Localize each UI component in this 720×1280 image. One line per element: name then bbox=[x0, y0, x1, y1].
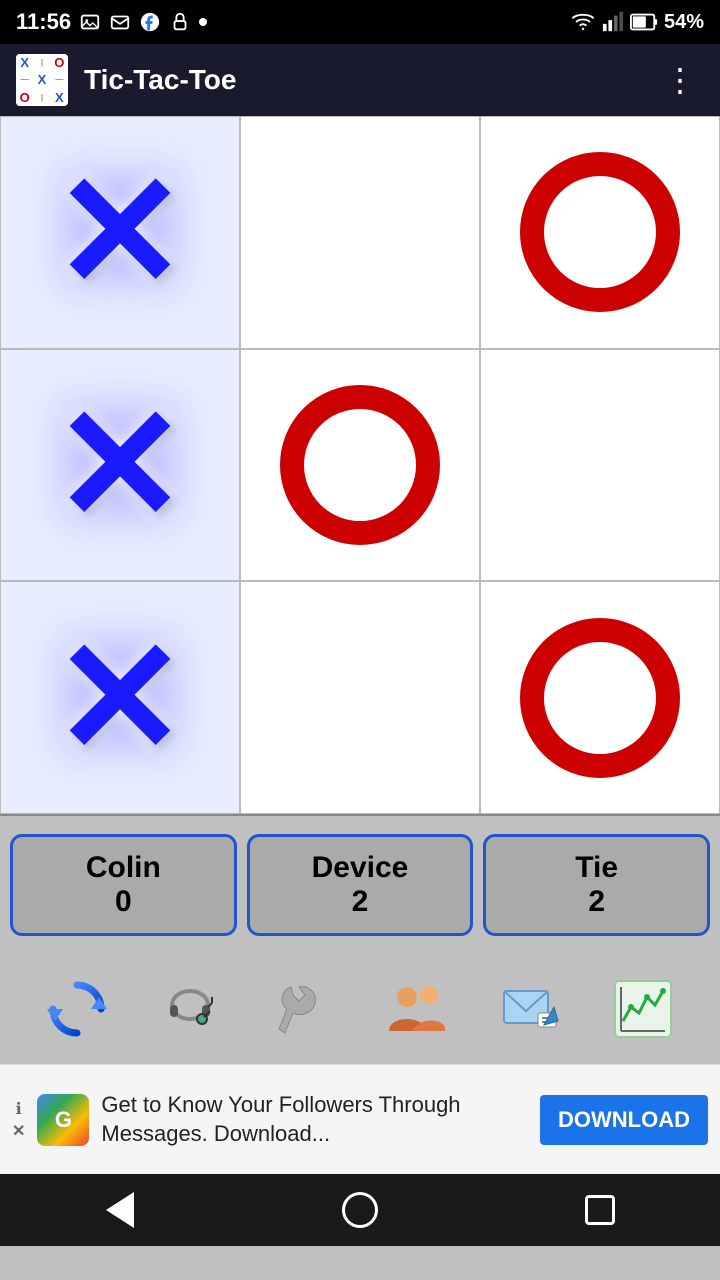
cell-7[interactable] bbox=[240, 581, 480, 814]
settings-button[interactable] bbox=[263, 969, 343, 1049]
cell-8[interactable] bbox=[480, 581, 720, 814]
cell-6[interactable]: ✕ bbox=[0, 581, 240, 814]
battery-percent: 54% bbox=[664, 11, 704, 34]
ad-download-button[interactable]: DOWNLOAD bbox=[540, 1095, 708, 1145]
back-button[interactable] bbox=[90, 1180, 150, 1240]
status-icons: 54% bbox=[570, 11, 704, 34]
time-display: 11:56 bbox=[16, 9, 71, 35]
score-name-device: Device bbox=[312, 851, 409, 885]
recents-icon bbox=[585, 1195, 615, 1225]
status-time: 11:56 bbox=[16, 9, 207, 35]
o-mark-2 bbox=[520, 152, 680, 312]
cell-2[interactable] bbox=[480, 116, 720, 349]
score-card-device: Device 2 bbox=[247, 834, 474, 936]
nav-bar bbox=[0, 1174, 720, 1246]
cell-3[interactable]: ✕ bbox=[0, 349, 240, 582]
game-board: ✕ ✕ ✕ bbox=[0, 116, 720, 816]
score-value-tie: 2 bbox=[588, 885, 605, 919]
battery-icon bbox=[630, 11, 658, 33]
score-card-colin: Colin 0 bbox=[10, 834, 237, 936]
x-mark-0: ✕ bbox=[53, 152, 187, 312]
mail-button[interactable] bbox=[490, 969, 570, 1049]
facebook-icon bbox=[139, 11, 161, 33]
score-value-device: 2 bbox=[352, 885, 369, 919]
score-name-tie: Tie bbox=[575, 851, 618, 885]
ad-close-icon[interactable]: ✕ bbox=[12, 1121, 25, 1141]
o-mark-4 bbox=[280, 385, 440, 545]
toolbar bbox=[0, 954, 720, 1064]
photo-icon bbox=[79, 11, 101, 33]
app-bar: X | O — X — O | X Tic-Tac-Toe ⋮ bbox=[0, 44, 720, 116]
ad-text: Get to Know Your Followers Through Messa… bbox=[101, 1091, 528, 1148]
app-icon: X | O — X — O | X bbox=[16, 54, 68, 106]
mail-icon bbox=[498, 977, 562, 1041]
app-title: Tic-Tac-Toe bbox=[84, 64, 656, 96]
o-mark-8 bbox=[520, 618, 680, 778]
ad-banner: ℹ ✕ G Get to Know Your Followers Through… bbox=[0, 1064, 720, 1174]
lock-icon bbox=[169, 11, 191, 33]
cell-5[interactable] bbox=[480, 349, 720, 582]
email-icon bbox=[109, 11, 131, 33]
x-mark-6: ✕ bbox=[53, 618, 187, 778]
home-icon bbox=[342, 1192, 378, 1228]
score-area: Colin 0 Device 2 Tie 2 bbox=[0, 816, 720, 954]
x-mark-3: ✕ bbox=[53, 385, 187, 545]
wrench-icon bbox=[271, 977, 335, 1041]
score-value-colin: 0 bbox=[115, 885, 132, 919]
home-button[interactable] bbox=[330, 1180, 390, 1240]
overflow-menu-button[interactable]: ⋮ bbox=[656, 53, 704, 107]
cell-4[interactable] bbox=[240, 349, 480, 582]
headset-button[interactable] bbox=[150, 969, 230, 1049]
chart-button[interactable] bbox=[603, 969, 683, 1049]
refresh-button[interactable] bbox=[37, 969, 117, 1049]
chart-icon bbox=[611, 977, 675, 1041]
notification-dot bbox=[199, 18, 207, 26]
people-button[interactable] bbox=[377, 969, 457, 1049]
score-card-tie: Tie 2 bbox=[483, 834, 710, 936]
ad-logo: G bbox=[37, 1094, 89, 1146]
wifi-icon bbox=[570, 11, 596, 33]
recents-button[interactable] bbox=[570, 1180, 630, 1240]
cell-0[interactable]: ✕ bbox=[0, 116, 240, 349]
headset-icon bbox=[158, 977, 222, 1041]
status-bar: 11:56 54% bbox=[0, 0, 720, 44]
signal-icon bbox=[602, 11, 624, 33]
people-icon bbox=[385, 977, 449, 1041]
back-icon bbox=[106, 1192, 134, 1228]
cell-1[interactable] bbox=[240, 116, 480, 349]
refresh-icon bbox=[45, 977, 109, 1041]
score-name-colin: Colin bbox=[86, 851, 161, 885]
ad-info-icon[interactable]: ℹ bbox=[16, 1099, 22, 1119]
